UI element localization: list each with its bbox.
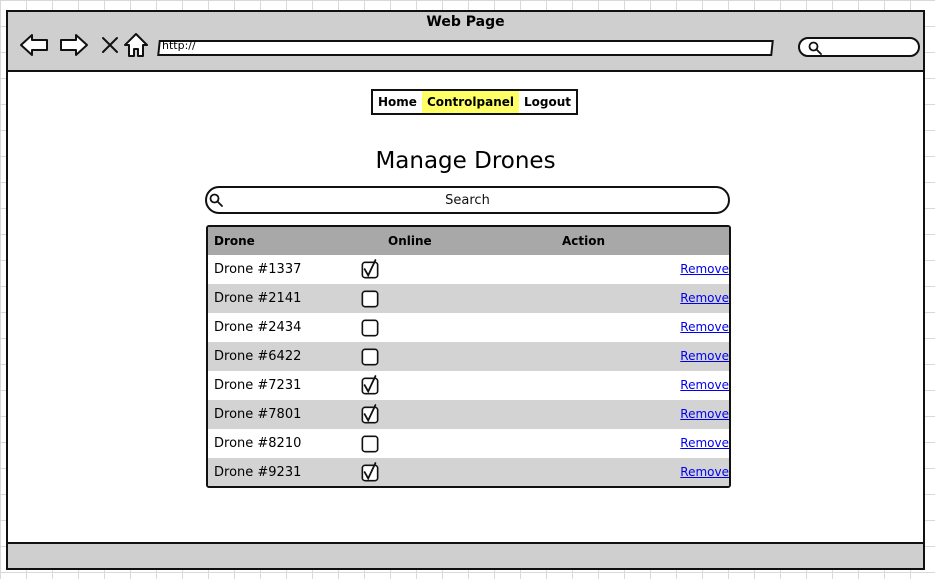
online-checkbox-unchecked[interactable] (361, 348, 379, 366)
drone-name: Drone #1337 (214, 262, 302, 277)
online-checkbox-unchecked[interactable] (361, 435, 379, 453)
menu-item-home[interactable]: Home (373, 91, 422, 113)
table-row: Drone #9231 Remove (208, 458, 729, 486)
action-cell: Remove (498, 262, 729, 277)
remove-link[interactable]: Remove (680, 436, 729, 450)
table-row: Drone #1337 Remove (208, 255, 729, 284)
table-row: Drone #2434 Remove (208, 313, 729, 342)
online-cell (353, 258, 498, 279)
drone-name: Drone #7801 (214, 407, 302, 422)
drone-name: Drone #7231 (214, 378, 302, 393)
menu-item-controlpanel[interactable]: Controlpanel (421, 91, 520, 113)
online-cell (353, 319, 498, 337)
online-cell (353, 290, 498, 308)
search-icon (808, 41, 822, 55)
online-cell (353, 461, 498, 482)
online-cell (353, 348, 498, 366)
status-bar (8, 542, 923, 568)
browser-window: Web Page http:// Home Controlpanel Logou… (6, 10, 925, 570)
remove-link[interactable]: Remove (680, 349, 729, 363)
drone-name: Drone #8210 (214, 436, 302, 451)
browser-chrome: Web Page http:// (8, 12, 923, 72)
page-title: Manage Drones (375, 148, 556, 174)
remove-link[interactable]: Remove (680, 465, 729, 479)
drone-name: Drone #2434 (214, 320, 302, 335)
action-cell: Remove (498, 465, 729, 480)
online-cell (353, 435, 498, 453)
drones-table: Drone Online Action Drone #1337 Remove Dro… (206, 225, 731, 488)
remove-link[interactable]: Remove (680, 320, 729, 334)
online-checkbox-checked[interactable] (361, 374, 379, 395)
drone-name: Drone #9231 (214, 465, 302, 480)
online-checkbox-checked[interactable] (361, 403, 379, 424)
online-checkbox-checked[interactable] (361, 258, 379, 279)
action-cell: Remove (498, 378, 729, 393)
table-row: Drone #6422 Remove (208, 342, 729, 371)
window-title: Web Page (426, 14, 505, 30)
forward-arrow-icon[interactable] (58, 30, 90, 60)
remove-link[interactable]: Remove (680, 407, 729, 421)
action-cell: Remove (498, 407, 729, 422)
table-row: Drone #7801 Remove (208, 400, 729, 429)
table-row: Drone #8210 Remove (208, 429, 729, 458)
action-cell: Remove (498, 291, 729, 306)
action-cell: Remove (498, 436, 729, 451)
online-cell (353, 374, 498, 395)
drone-name: Drone #2141 (214, 291, 302, 306)
search-placeholder: Search (445, 193, 490, 208)
online-checkbox-checked[interactable] (361, 461, 379, 482)
menu-item-logout[interactable]: Logout (519, 91, 576, 113)
browser-search-field[interactable] (798, 37, 920, 57)
online-cell (353, 403, 498, 424)
table-header: Drone Online Action (208, 227, 729, 255)
remove-link[interactable]: Remove (680, 378, 729, 392)
remove-link[interactable]: Remove (680, 262, 729, 276)
main-menu: Home Controlpanel Logout (371, 89, 579, 115)
table-row: Drone #2141 Remove (208, 284, 729, 313)
remove-link[interactable]: Remove (680, 291, 729, 305)
online-checkbox-unchecked[interactable] (361, 290, 379, 308)
column-header-action: Action (562, 234, 606, 248)
url-bar[interactable] (157, 40, 774, 56)
action-cell: Remove (498, 320, 729, 335)
back-arrow-icon[interactable] (18, 30, 50, 60)
home-icon[interactable] (120, 30, 152, 60)
table-row: Drone #7231 Remove (208, 371, 729, 400)
search-input[interactable]: Search (205, 186, 730, 214)
column-header-drone: Drone (214, 234, 255, 248)
table-body: Drone #1337 Remove Drone #2141 Remove Drone … (208, 255, 729, 486)
url-text: http:// (162, 39, 196, 52)
drone-name: Drone #6422 (214, 349, 302, 364)
action-cell: Remove (498, 349, 729, 364)
column-header-online: Online (388, 234, 432, 248)
online-checkbox-unchecked[interactable] (361, 319, 379, 337)
